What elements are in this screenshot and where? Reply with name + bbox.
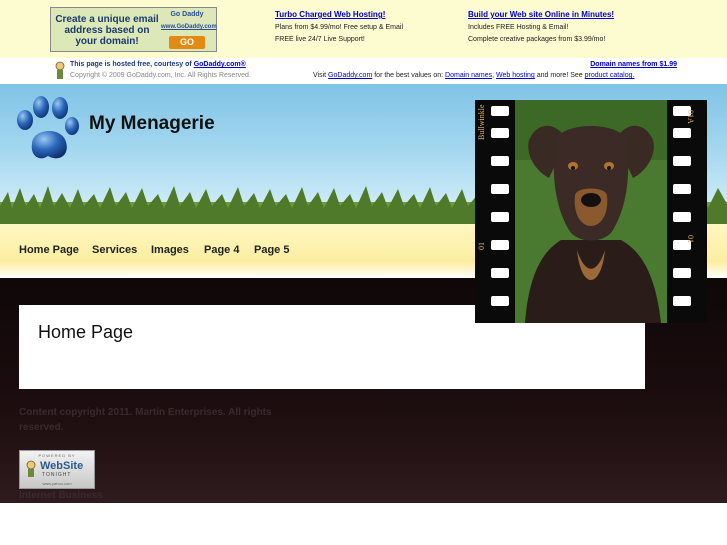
badge-tonight: TONIGHT	[42, 472, 72, 478]
web-hosting-link[interactable]: Web hosting	[496, 72, 535, 79]
go-button[interactable]: GO	[169, 36, 205, 49]
film-hole	[491, 212, 509, 222]
film-hole	[673, 156, 691, 166]
film-hole	[673, 268, 691, 278]
film-hole	[673, 184, 691, 194]
film-hole	[673, 296, 691, 306]
badge-powered: POWERED BY	[38, 453, 76, 458]
godaddy-ad-banner: Create a unique email address based on y…	[0, 0, 727, 58]
godaddy-logo: Go Daddy www.GoDaddy.com	[161, 11, 217, 30]
domain-names-catalog-link[interactable]: Domain names	[445, 72, 492, 79]
godaddy-copyright: Copyright © 2009 GoDaddy.com, Inc. All R…	[70, 72, 251, 79]
film-label-left: Bullwinkle	[477, 104, 486, 140]
website-tonight-badge[interactable]: POWERED BY WebSite TONIGHT www.yahoo.com	[19, 450, 95, 489]
paw-logo-icon	[17, 96, 79, 159]
film-hole	[491, 268, 509, 278]
godaddy-logo-text: Go Daddy	[170, 11, 204, 18]
film-hole	[673, 212, 691, 222]
visit-line: Visit GoDaddy.com for the best values on…	[313, 72, 634, 79]
film-frame-right: 01	[686, 235, 695, 243]
badge-mascot-icon	[26, 460, 36, 477]
film-label-right: 01A	[686, 110, 695, 124]
footer-copyright: Content copyright 2011. Martin Enterpris…	[19, 407, 272, 433]
hosting-ad-link[interactable]: Turbo Charged Web Hosting!	[275, 10, 385, 19]
page-heading: Home Page	[38, 322, 134, 342]
builder-ad-link[interactable]: Build your Web site Online in Minutes!	[468, 10, 614, 19]
hosted-link[interactable]: GoDaddy.com®	[194, 61, 246, 68]
email-ad-box[interactable]: Create a unique email address based on y…	[50, 7, 217, 52]
film-hole	[491, 296, 509, 306]
domain-names-link[interactable]: Domain names from $1.99	[590, 61, 677, 68]
nav-images[interactable]: Images	[151, 244, 189, 256]
godaddy-info-bar: This page is hosted free, courtesy of Go…	[0, 58, 727, 84]
nav-page-4[interactable]: Page 4	[204, 244, 239, 256]
internet-business-text: Internet Business	[19, 490, 103, 501]
nav-page-5[interactable]: Page 5	[254, 244, 289, 256]
visit-mid: for the best values on:	[372, 72, 446, 79]
hosted-notice: This page is hosted free, courtesy of Go…	[70, 61, 246, 68]
dog-image	[515, 100, 667, 323]
hosting-ad: Turbo Charged Web Hosting! Plans from $4…	[275, 9, 403, 46]
builder-ad-line2: Complete creative packages from $3.99/mo…	[468, 36, 606, 43]
godaddy-url: www.GoDaddy.com	[161, 24, 217, 30]
nav-home-page[interactable]: Home Page	[19, 244, 79, 256]
nav-services[interactable]: Services	[92, 244, 137, 256]
film-hole	[491, 184, 509, 194]
site-title: My Menagerie	[89, 113, 215, 134]
visit-prefix: Visit	[313, 72, 329, 79]
dog-filmstrip-photo: Bullwinkle 01A 01 01	[475, 100, 707, 323]
hosted-prefix: This page is hosted free, courtesy of	[70, 61, 194, 68]
film-hole	[491, 106, 509, 116]
hosting-ad-line2: FREE live 24/7 Live Support!	[275, 36, 365, 43]
hosting-ad-line1: Plans from $4.99/mo! Free setup & Email	[275, 24, 403, 31]
product-catalog-link[interactable]: product catalog.	[585, 72, 635, 79]
film-frame-left: 01	[477, 242, 486, 250]
godaddy-mascot-icon	[55, 61, 65, 79]
badge-url: www.yahoo.com	[42, 481, 72, 486]
visit-mid2: and more! See	[534, 72, 585, 79]
dog-photo	[515, 100, 667, 323]
builder-ad: Build your Web site Online in Minutes! I…	[468, 9, 614, 46]
film-hole	[673, 128, 691, 138]
visit-godaddy-link[interactable]: GoDaddy.com	[328, 72, 372, 79]
builder-ad-line1: Includes FREE Hosting & Email!	[468, 24, 569, 31]
film-hole	[491, 240, 509, 250]
film-hole	[491, 156, 509, 166]
badge-website: WebSite	[40, 460, 84, 472]
email-ad-text: Create a unique email address based on y…	[55, 14, 159, 47]
film-hole	[491, 128, 509, 138]
